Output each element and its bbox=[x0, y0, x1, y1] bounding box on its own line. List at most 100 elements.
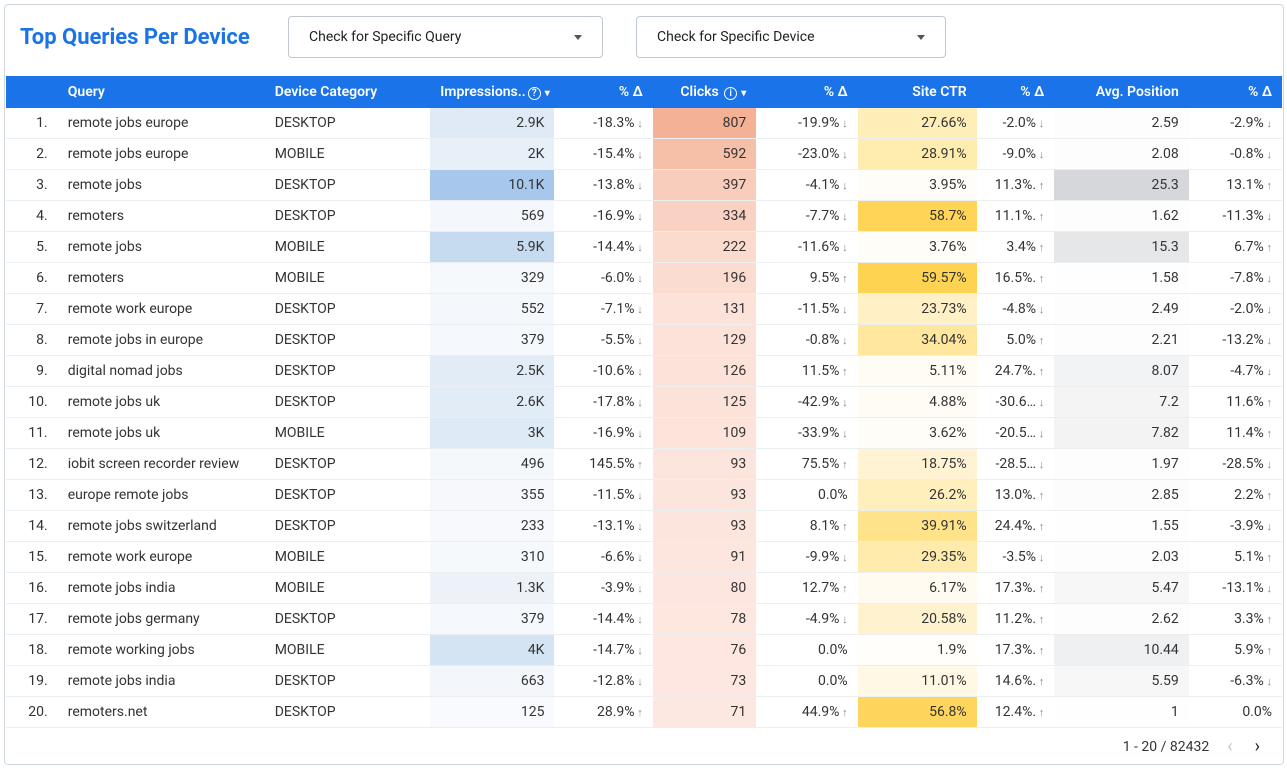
table-row[interactable]: 8.remote jobs in europeDESKTOP379-5.5%12… bbox=[6, 325, 1282, 356]
cell-position: 2.85 bbox=[1054, 480, 1189, 511]
cell-device: MOBILE bbox=[265, 573, 431, 604]
cell-clicks: 73 bbox=[653, 666, 756, 697]
report-card: Top Queries Per Device Check for Specifi… bbox=[4, 4, 1284, 765]
cell-index: 3. bbox=[6, 170, 58, 201]
cell-position: 2.59 bbox=[1054, 108, 1189, 139]
cell-clicks-delta: -11.5% bbox=[756, 294, 857, 325]
cell-ctr-delta: -30.6… bbox=[977, 387, 1055, 418]
cell-position: 5.47 bbox=[1054, 573, 1189, 604]
cell-query: digital nomad jobs bbox=[58, 356, 265, 387]
col-query[interactable]: Query bbox=[58, 76, 265, 108]
table-row[interactable]: 3.remote jobsDESKTOP10.1K-13.8%397-4.1%3… bbox=[6, 170, 1282, 201]
cell-impressions: 552 bbox=[430, 294, 554, 325]
cell-ctr-delta: 11.1%. bbox=[977, 201, 1055, 232]
table-row[interactable]: 18.remote working jobsMOBILE4K-14.7%760.… bbox=[6, 635, 1282, 666]
info-icon: ? bbox=[528, 87, 541, 100]
cell-index: 18. bbox=[6, 635, 58, 666]
cell-clicks-delta: -23.0% bbox=[756, 139, 857, 170]
cell-device: DESKTOP bbox=[265, 697, 431, 728]
cell-ctr: 27.66% bbox=[858, 108, 977, 139]
cell-device: DESKTOP bbox=[265, 387, 431, 418]
cell-query: remote work europe bbox=[58, 542, 265, 573]
table-row[interactable]: 2.remote jobs europeMOBILE2K-15.4%592-23… bbox=[6, 139, 1282, 170]
cell-index: 14. bbox=[6, 511, 58, 542]
table-row[interactable]: 4.remotersDESKTOP569-16.9%334-7.7%58.7%1… bbox=[6, 201, 1282, 232]
cell-device: DESKTOP bbox=[265, 666, 431, 697]
col-position[interactable]: Avg. Position bbox=[1054, 76, 1189, 108]
col-pos-delta[interactable]: % Δ bbox=[1189, 76, 1282, 108]
table-row[interactable]: 12.iobit screen recorder reviewDESKTOP49… bbox=[6, 449, 1282, 480]
table-row[interactable]: 15.remote work europeMOBILE310-6.6%91-9.… bbox=[6, 542, 1282, 573]
cell-pos-delta: 11.4% bbox=[1189, 418, 1282, 449]
table-row[interactable]: 20.remoters.netDESKTOP12528.9%7144.9%56.… bbox=[6, 697, 1282, 728]
cell-ctr-delta: 11.2%. bbox=[977, 604, 1055, 635]
cell-query: remote jobs uk bbox=[58, 387, 265, 418]
col-imp-delta[interactable]: % Δ bbox=[554, 76, 652, 108]
cell-ctr: 3.76% bbox=[858, 232, 977, 263]
pager-next-button[interactable]: › bbox=[1251, 734, 1264, 759]
cell-position: 10.44 bbox=[1054, 635, 1189, 666]
table-row[interactable]: 9.digital nomad jobsDESKTOP2.5K-10.6%126… bbox=[6, 356, 1282, 387]
cell-pos-delta: 5.9% bbox=[1189, 635, 1282, 666]
cell-imp-delta: -16.9% bbox=[554, 418, 652, 449]
cell-device: DESKTOP bbox=[265, 604, 431, 635]
cell-position: 25.3 bbox=[1054, 170, 1189, 201]
col-ctr-delta[interactable]: % Δ bbox=[977, 76, 1055, 108]
cell-ctr-delta: 13.0%. bbox=[977, 480, 1055, 511]
device-filter-dropdown[interactable]: Check for Specific Device bbox=[636, 16, 946, 58]
cell-position: 15.3 bbox=[1054, 232, 1189, 263]
col-ctr[interactable]: Site CTR bbox=[858, 76, 977, 108]
cell-clicks-delta: -9.9% bbox=[756, 542, 857, 573]
table-row[interactable]: 19.remote jobs indiaDESKTOP663-12.8%730.… bbox=[6, 666, 1282, 697]
cell-clicks: 109 bbox=[653, 418, 756, 449]
cell-device: DESKTOP bbox=[265, 449, 431, 480]
cell-imp-delta: -17.8% bbox=[554, 387, 652, 418]
cell-device: MOBILE bbox=[265, 232, 431, 263]
sort-indicator-icon: ▾ bbox=[545, 88, 550, 99]
table-row[interactable]: 13.europe remote jobsDESKTOP355-11.5%930… bbox=[6, 480, 1282, 511]
cell-index: 10. bbox=[6, 387, 58, 418]
chevron-down-icon bbox=[574, 35, 582, 40]
cell-imp-delta: -5.5% bbox=[554, 325, 652, 356]
table-row[interactable]: 1.remote jobs europeDESKTOP2.9K-18.3%807… bbox=[6, 108, 1282, 139]
cell-clicks: 397 bbox=[653, 170, 756, 201]
cell-index: 5. bbox=[6, 232, 58, 263]
cell-clicks-delta: 0.0% bbox=[756, 635, 857, 666]
cell-imp-delta: -3.9% bbox=[554, 573, 652, 604]
col-impressions[interactable]: Impressions..?▾ bbox=[430, 76, 554, 108]
cell-clicks: 126 bbox=[653, 356, 756, 387]
col-clicks-delta[interactable]: % Δ bbox=[756, 76, 857, 108]
cell-clicks: 93 bbox=[653, 449, 756, 480]
cell-device: DESKTOP bbox=[265, 294, 431, 325]
pager-prev-button[interactable]: ‹ bbox=[1223, 734, 1236, 759]
table-row[interactable]: 17.remote jobs germanyDESKTOP379-14.4%78… bbox=[6, 604, 1282, 635]
table-row[interactable]: 6.remotersMOBILE329-6.0%1969.5%59.57%16.… bbox=[6, 263, 1282, 294]
table-row[interactable]: 5.remote jobsMOBILE5.9K-14.4%222-11.6%3.… bbox=[6, 232, 1282, 263]
cell-device: DESKTOP bbox=[265, 108, 431, 139]
table-row[interactable]: 11.remote jobs ukMOBILE3K-16.9%109-33.9%… bbox=[6, 418, 1282, 449]
cell-impressions: 233 bbox=[430, 511, 554, 542]
cell-position: 1.62 bbox=[1054, 201, 1189, 232]
device-filter-label: Check for Specific Device bbox=[657, 29, 815, 45]
cell-position: 2.03 bbox=[1054, 542, 1189, 573]
cell-impressions: 355 bbox=[430, 480, 554, 511]
col-device[interactable]: Device Category bbox=[265, 76, 431, 108]
cell-query: remoters.net bbox=[58, 697, 265, 728]
cell-pos-delta: -6.3% bbox=[1189, 666, 1282, 697]
cell-position: 1 bbox=[1054, 697, 1189, 728]
col-clicks[interactable]: Clicks i▾ bbox=[653, 76, 756, 108]
cell-ctr: 26.2% bbox=[858, 480, 977, 511]
table-row[interactable]: 7.remote work europeDESKTOP552-7.1%131-1… bbox=[6, 294, 1282, 325]
cell-clicks-delta: -19.9% bbox=[756, 108, 857, 139]
cell-ctr-delta: -28.5… bbox=[977, 449, 1055, 480]
cell-index: 19. bbox=[6, 666, 58, 697]
cell-position: 5.59 bbox=[1054, 666, 1189, 697]
table-row[interactable]: 10.remote jobs ukDESKTOP2.6K-17.8%125-42… bbox=[6, 387, 1282, 418]
table-row[interactable]: 16.remote jobs indiaMOBILE1.3K-3.9%8012.… bbox=[6, 573, 1282, 604]
query-filter-dropdown[interactable]: Check for Specific Query bbox=[288, 16, 603, 58]
table-header-row: Query Device Category Impressions..?▾ % … bbox=[6, 76, 1282, 108]
cell-imp-delta: -14.7% bbox=[554, 635, 652, 666]
table-row[interactable]: 14.remote jobs switzerlandDESKTOP233-13.… bbox=[6, 511, 1282, 542]
cell-impressions: 1.3K bbox=[430, 573, 554, 604]
cell-device: MOBILE bbox=[265, 139, 431, 170]
